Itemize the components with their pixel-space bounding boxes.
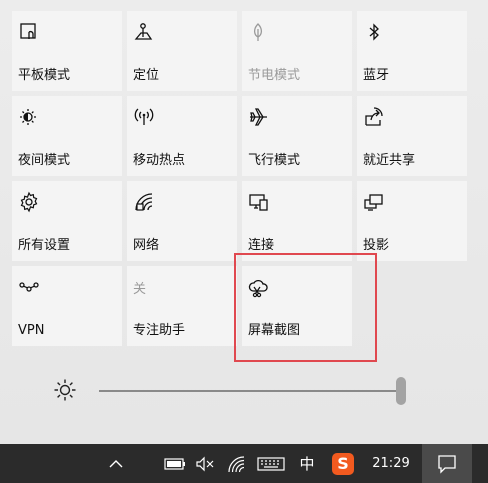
tile-nearby-sharing[interactable]: 就近共享: [357, 96, 467, 176]
tile-label: 连接: [248, 238, 275, 253]
nearby-sharing-icon: [363, 106, 385, 128]
sogou-label: S: [337, 454, 349, 473]
location-icon: [133, 21, 155, 43]
battery-saver-icon: [248, 21, 270, 43]
clock[interactable]: 21:29: [365, 444, 417, 483]
brightness-slider-row: [0, 370, 488, 410]
tile-project[interactable]: 投影: [357, 181, 467, 261]
network-icon: [133, 191, 155, 213]
night-light-icon: [18, 106, 40, 128]
action-center-button[interactable]: [422, 444, 472, 483]
mobile-hotspot-icon: [133, 106, 155, 128]
tile-all-settings[interactable]: 所有设置: [12, 181, 122, 261]
sogou-input-icon[interactable]: S: [329, 444, 357, 483]
clock-time: 21:29: [372, 456, 410, 471]
settings-gear-icon: [18, 191, 40, 213]
tile-label: 投影: [363, 238, 390, 253]
touch-keyboard-icon[interactable]: [255, 444, 287, 483]
project-icon: [363, 191, 385, 213]
bluetooth-icon: [363, 21, 385, 43]
tile-label: 网络: [133, 238, 160, 253]
tile-battery-saver[interactable]: 节电模式: [242, 11, 352, 91]
action-center-icon: [437, 454, 457, 474]
tile-bluetooth[interactable]: 蓝牙: [357, 11, 467, 91]
taskbar: 中 S 21:29: [0, 444, 488, 483]
tile-airplane-mode[interactable]: 飞行模式: [242, 96, 352, 176]
tile-focus-assist[interactable]: 关 专注助手: [127, 266, 237, 346]
volume-muted-icon[interactable]: [193, 444, 217, 483]
tile-label: 节电模式: [248, 68, 301, 83]
brightness-slider-thumb[interactable]: [396, 377, 406, 405]
chevron-up-icon[interactable]: [104, 444, 128, 483]
focus-assist-state: 关: [133, 282, 147, 297]
highlight-box: [234, 253, 377, 362]
tile-connect[interactable]: 连接: [242, 181, 352, 261]
tile-location[interactable]: 定位: [127, 11, 237, 91]
tile-night-light[interactable]: 夜间模式: [12, 96, 122, 176]
tile-label: 专注助手: [133, 323, 186, 338]
ime-label: 中: [299, 455, 315, 473]
connect-icon: [248, 191, 270, 213]
tile-label: VPN: [18, 323, 45, 338]
vpn-icon: [18, 276, 40, 298]
tile-label: 所有设置: [18, 238, 71, 253]
tile-vpn[interactable]: VPN: [12, 266, 122, 346]
airplane-mode-icon: [248, 106, 270, 128]
tile-mobile-hotspot[interactable]: 移动热点: [127, 96, 237, 176]
ime-mode-button[interactable]: 中: [294, 444, 320, 483]
tile-label: 就近共享: [363, 153, 416, 168]
tile-label: 平板模式: [18, 68, 71, 83]
tile-label: 夜间模式: [18, 153, 71, 168]
wifi-icon[interactable]: [224, 444, 250, 483]
tile-tablet-mode[interactable]: 平板模式: [12, 11, 122, 91]
tablet-mode-icon: [18, 21, 40, 43]
tile-label: 移动热点: [133, 153, 186, 168]
battery-icon[interactable]: [162, 444, 188, 483]
tile-label: 蓝牙: [363, 68, 390, 83]
tile-label: 飞行模式: [248, 153, 301, 168]
tile-network[interactable]: 网络: [127, 181, 237, 261]
tile-label: 定位: [133, 68, 160, 83]
brightness-slider-track[interactable]: [99, 390, 399, 392]
quick-actions-panel: 平板模式 定位 节电模式 蓝牙 夜间模式 移动热点 飞行模式 就近共享 所有设置…: [0, 0, 488, 444]
brightness-sun-icon: [53, 378, 77, 402]
